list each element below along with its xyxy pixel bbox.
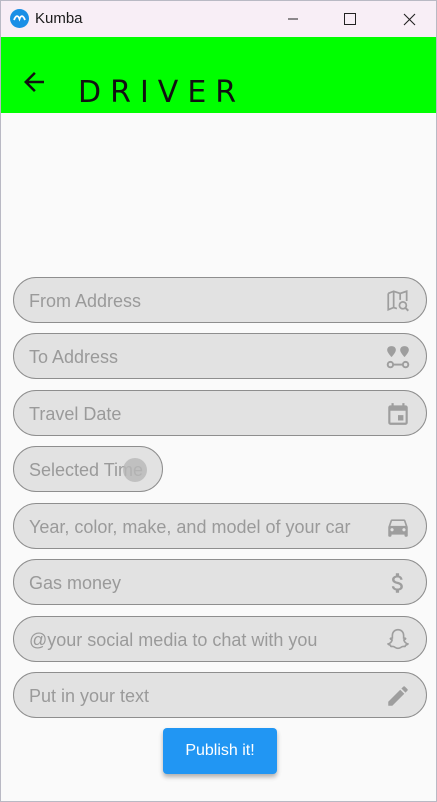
dollar-icon	[391, 573, 403, 593]
snapchat-icon	[386, 628, 410, 650]
arrow-back-icon	[24, 72, 44, 92]
app-logo-icon	[10, 9, 29, 28]
travel-date-field[interactable]: Travel Date	[13, 390, 427, 436]
car-details-placeholder: Year, color, make, and model of your car	[29, 517, 351, 537]
selected-time-field[interactable]: Selected Time	[13, 446, 163, 492]
page-title: DRIVER	[78, 75, 246, 110]
social-media-placeholder: @your social media to chat with you	[29, 630, 318, 650]
message-text-field[interactable]: Put in your text	[13, 672, 427, 718]
to-address-placeholder: To Address	[29, 347, 119, 367]
clock-icon	[123, 458, 147, 482]
social-media-field[interactable]: @your social media to chat with you	[13, 616, 427, 662]
minimize-button[interactable]	[264, 1, 322, 37]
close-icon	[403, 13, 415, 25]
pencil-icon	[388, 686, 408, 706]
car-details-field[interactable]: Year, color, make, and model of your car	[13, 503, 427, 549]
app-bar: DRIVER	[1, 37, 436, 113]
gas-money-field[interactable]: Gas money	[13, 559, 427, 605]
route-icon	[386, 346, 410, 369]
travel-date-placeholder: Travel Date	[29, 404, 122, 424]
from-address-placeholder: From Address	[29, 291, 142, 311]
close-button[interactable]	[380, 1, 436, 37]
maximize-button[interactable]	[321, 1, 379, 37]
minimize-icon	[288, 18, 298, 20]
map-search-icon	[387, 290, 409, 312]
publish-button[interactable]: Publish it!	[163, 728, 277, 774]
maximize-icon	[344, 13, 356, 25]
from-address-field[interactable]: From Address	[13, 277, 427, 323]
calendar-icon	[388, 403, 408, 425]
app-window: Kumba DRIVER From Address To Address Tra…	[0, 0, 437, 802]
title-bar: Kumba	[1, 1, 436, 37]
message-text-placeholder: Put in your text	[29, 686, 150, 706]
gas-money-placeholder: Gas money	[29, 573, 122, 593]
car-icon	[388, 519, 408, 537]
to-address-field[interactable]: To Address	[13, 333, 427, 379]
back-button[interactable]	[19, 67, 49, 97]
window-title: Kumba	[35, 10, 83, 27]
